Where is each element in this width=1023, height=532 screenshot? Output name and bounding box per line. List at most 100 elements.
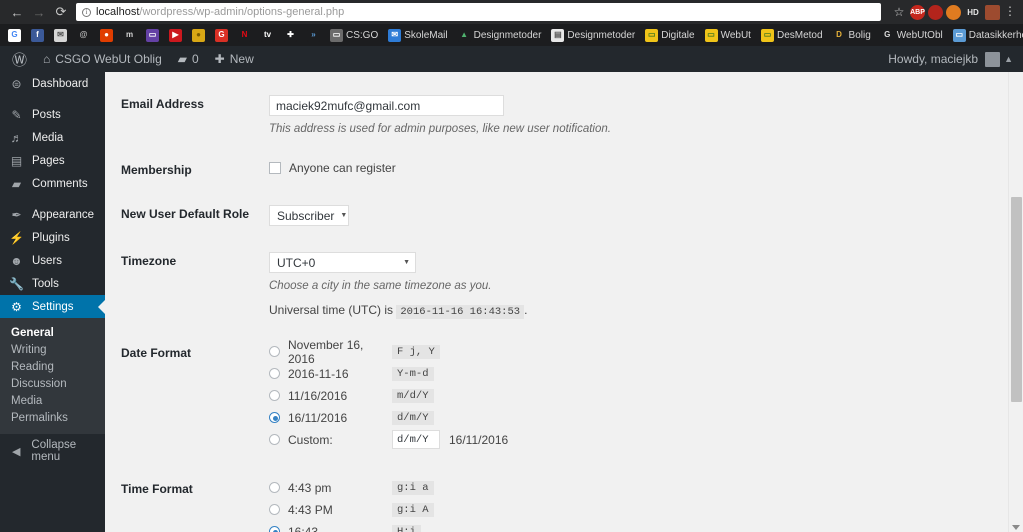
timezone-select[interactable]: UTC+0 ▼ [269,252,416,273]
wp-admin-bar: Ⓦ ⌂ CSGO WebUt Oblig ▰ 0 ✚ New Howdy, ma… [0,46,1023,72]
sidebar-item-users[interactable]: ☻ Users [0,249,105,272]
collapse-menu-button[interactable]: ◀ Collapse menu [0,438,105,464]
date-format-cell-custom-radio[interactable] [269,434,280,445]
sidebar-item-settings[interactable]: ⚙ Settings [0,295,105,318]
default-role-select[interactable]: Subscriber ▼ [269,205,349,226]
row-date-format: Date Format November 16, 2016 F j, Y 2016-… [121,331,881,467]
date-format-m-d-y-row[interactable]: 11/16/2016 m/d/Y [269,388,871,403]
circle-bookmark[interactable]: ● [188,26,209,44]
hd-extension-icon[interactable]: HD [964,5,982,20]
wp-logo-menu[interactable]: Ⓦ [4,46,35,72]
url-path: /wordpress/wp-admin/options-general.php [139,6,345,18]
tv-bookmark[interactable]: tv [257,26,278,44]
default-role-label: New User Default Role [121,207,250,221]
anyone-can-register-row[interactable]: Anyone can register [269,161,871,175]
bookmark-label: Designmetoder [567,29,636,41]
plus-bookmark[interactable]: ✚ [280,26,301,44]
bookmark-label: DesMetod [776,29,823,41]
date-format-y-m-d-radio[interactable] [269,368,280,379]
gmail-bookmark[interactable]: ✉ [50,26,71,44]
desmetod-bookmark[interactable]: ▭ DesMetod [757,26,827,44]
submenu-general[interactable]: General [0,324,105,341]
sidebar-item-comments[interactable]: ▰ Comments [0,172,105,195]
facebook-bookmark[interactable]: f [27,26,48,44]
browser-menu-icon[interactable]: ⋮ [1003,5,1017,17]
page-scrollbar-thumb[interactable] [1011,197,1022,402]
csgo-bookmark[interactable]: ▭ CS:GO [326,26,382,44]
date-format-d-m-y-row[interactable]: 16/11/2016 d/m/Y [269,410,871,425]
sidebar-item-tools[interactable]: 🔧 Tools [0,272,105,295]
date-format-y-m-d-row[interactable]: 2016-11-16 Y-m-d [269,366,871,381]
reload-icon[interactable]: ⟳ [50,1,72,23]
howdy-label[interactable]: Howdy, maciejkb [888,52,978,66]
digitale-bookmark[interactable]: ▭ Digitale [641,26,698,44]
reddit-bookmark[interactable]: ● [96,26,117,44]
google-bookmark[interactable]: G [4,26,25,44]
orange-extension-icon[interactable] [946,4,961,20]
media-icon: ♬ [10,130,23,145]
comments-menu[interactable]: ▰ 0 [170,46,207,72]
bookmark-label: WebUt [720,29,751,41]
submenu-discussion[interactable]: Discussion [0,375,105,392]
bookmark-star-icon[interactable]: ☆ [891,5,907,19]
twitch-bookmark[interactable]: ▭ [142,26,163,44]
submenu-media[interactable]: Media [0,392,105,409]
webut-bookmark[interactable]: ▭ WebUt [701,26,755,44]
address-bar[interactable]: i localhost/wordpress/wp-admin/options-g… [76,3,881,21]
row-membership: Membership Anyone can register [121,148,881,192]
youtube-bookmark[interactable]: ▶ [165,26,186,44]
date-format-d-m-y-radio[interactable] [269,412,280,423]
time-format-g-i-a-upper-row[interactable]: 4:43 PM g:i A [269,502,871,517]
chevrons-bookmark[interactable]: » [303,26,324,44]
submenu-permalinks[interactable]: Permalinks [0,409,105,426]
g-bookmark[interactable]: G [211,26,232,44]
sidebar-item-plugins[interactable]: ⚡ Plugins [0,226,105,249]
site-info-icon[interactable]: i [82,7,91,17]
time-format-g-i-a-lower-row[interactable]: 4:43 pm g:i a [269,480,871,495]
netflix-bookmark[interactable]: N [234,26,255,44]
time-format-h-i-radio[interactable] [269,526,280,532]
sidebar-item-media[interactable]: ♬ Media [0,126,105,149]
avatar[interactable] [985,51,1001,67]
anyone-can-register-checkbox[interactable] [269,162,281,174]
sidebar-item-posts[interactable]: ✎ Posts [0,103,105,126]
date-format-f-j-y-radio[interactable] [269,346,280,357]
back-icon[interactable]: ← [6,1,28,23]
plus-icon: ✚ [214,52,225,66]
appearance-icon: ✒ [11,207,22,222]
red-extension-icon[interactable] [928,4,943,20]
submenu-writing[interactable]: Writing [0,341,105,358]
page-scrollbar[interactable] [1008,72,1023,532]
adblock-plus-extension-icon[interactable]: ABP [910,4,925,20]
time-format-g-i-a-upper-radio[interactable] [269,504,280,515]
m-bookmark[interactable]: m [119,26,140,44]
sidebar-item-dashboard[interactable]: ⊜ Dashboard [0,72,105,95]
designmetoder-bookmark[interactable]: ▲ Designmetoder [454,26,546,44]
bookmark-label: CS:GO [346,29,379,41]
date-format-f-j-y-row[interactable]: November 16, 2016 F j, Y [269,338,871,366]
designmetoder-doc-bookmark[interactable]: ▤ Designmetoder [547,26,639,44]
sidebar-item-pages[interactable]: ▤ Pages [0,149,105,172]
email-field[interactable] [269,95,504,116]
bolig-bookmark[interactable]: D Bolig [829,26,875,44]
at-bookmark[interactable]: @ [73,26,94,44]
time-format-h-i-row[interactable]: 16:43 H:i [269,524,871,532]
page-wrapper: ⊜ Dashboard ✎ Posts ♬ Media ▤ Pages ▰ Comments ✒ Ap… [0,72,1023,532]
forward-icon[interactable]: → [28,1,50,23]
submenu-reading[interactable]: Reading [0,358,105,375]
scroll-up-arrow-icon[interactable]: ▲ [1000,54,1017,64]
scroll-down-arrow-icon[interactable] [1012,525,1020,530]
photo-extension-icon[interactable] [985,4,1000,20]
new-content-menu[interactable]: ✚ New [207,46,262,72]
sidebar-item-label: Users [32,254,63,267]
datasikkerhet-bookmark[interactable]: ▭Datasikkerhet [949,26,1023,44]
webutobl-bookmark[interactable]: G WebUtObl [877,26,947,44]
time-format-g-i-a-lower-radio[interactable] [269,482,280,493]
date-format-cell-custom-input[interactable] [392,430,440,449]
chevrons-icon: » [307,28,320,42]
date-format-m-d-y-radio[interactable] [269,390,280,401]
skolemail-bookmark[interactable]: ✉ SkoleMail [384,26,451,44]
date-format-cell-custom-row[interactable]: Custom: 16/11/2016 [269,430,871,449]
sidebar-item-appearance[interactable]: ✒ Appearance [0,203,105,226]
site-name-menu[interactable]: ⌂ CSGO WebUt Oblig [35,46,170,72]
